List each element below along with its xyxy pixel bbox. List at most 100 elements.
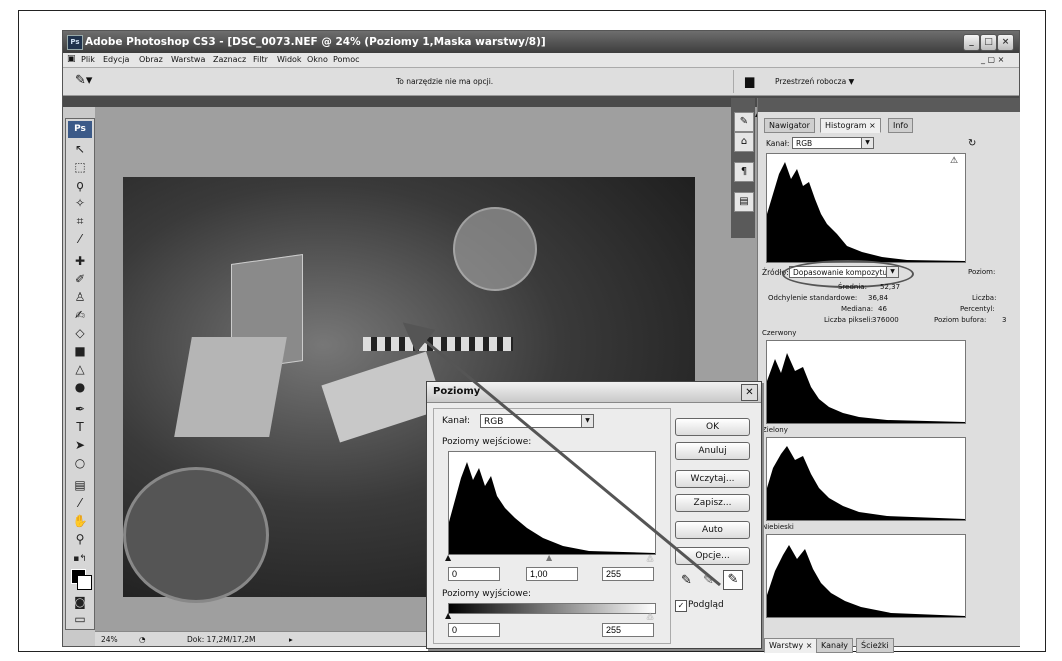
black-point-slider[interactable]: ▲: [445, 553, 451, 562]
menu-plik[interactable]: Plik: [81, 55, 95, 64]
menu-pomoc[interactable]: Pomoc: [333, 55, 360, 64]
input-white-field[interactable]: [602, 567, 654, 581]
input-black-field[interactable]: [448, 567, 500, 581]
minimize-button[interactable]: _: [963, 34, 980, 51]
preview-checkbox[interactable]: ✓: [675, 600, 687, 612]
color-sampler-icon[interactable]: ⁄: [70, 495, 90, 512]
tab-histogram[interactable]: Histogram ×: [820, 118, 881, 133]
input-levels-label: Poziomy wejściowe:: [442, 437, 532, 447]
menu-edycja[interactable]: Edycja: [103, 55, 129, 64]
clone-source-icon[interactable]: ⌂: [734, 132, 754, 152]
magic-wand-icon[interactable]: ✧: [70, 195, 90, 212]
tab-channels[interactable]: Kanały: [816, 638, 853, 653]
menu-obraz[interactable]: Obraz: [139, 55, 163, 64]
gradient-tool-icon[interactable]: ■: [70, 343, 90, 360]
output-white-field[interactable]: [602, 623, 654, 637]
channel-select[interactable]: RGB ▼: [792, 137, 874, 149]
status-menu-arrow-icon[interactable]: ▸: [289, 635, 293, 644]
layer-comps-icon[interactable]: ▤: [734, 192, 754, 212]
maximize-button[interactable]: □: [980, 34, 997, 51]
type-tool-icon[interactable]: T: [70, 419, 90, 436]
stat-pixels-label: Liczba pikseli:: [824, 316, 873, 324]
green-histogram: [766, 437, 966, 521]
notes-tool-icon[interactable]: ▤: [70, 477, 90, 494]
workspace-button[interactable]: Przestrzeń robocza ▼: [775, 77, 854, 86]
chevron-down-icon: ▼: [581, 415, 593, 427]
stat-pixels-value: 376000: [872, 316, 899, 324]
eyedropper-tool-icon[interactable]: ✎▾: [75, 73, 92, 88]
white-point-slider[interactable]: △: [647, 553, 653, 562]
output-black-field[interactable]: [448, 623, 500, 637]
move-tool-icon[interactable]: ↖: [70, 141, 90, 158]
paragraph-icon[interactable]: ¶: [734, 162, 754, 182]
white-eyedropper-icon[interactable]: ✎: [723, 570, 743, 590]
eraser-tool-icon[interactable]: ◇: [70, 325, 90, 342]
pen-tool-icon[interactable]: ✒: [70, 401, 90, 418]
cancel-button[interactable]: Anuluj: [675, 442, 750, 460]
hand-tool-icon[interactable]: ✋: [70, 513, 90, 530]
bridge-icon[interactable]: ▆: [745, 74, 754, 88]
stat-mean-label: Średnia:: [838, 283, 867, 291]
tab-navigator[interactable]: Nawigator: [764, 118, 815, 133]
screen-mode-icon[interactable]: ▭: [70, 611, 90, 628]
blur-tool-icon[interactable]: △: [70, 361, 90, 378]
panel-header: [758, 98, 1020, 112]
gamma-slider[interactable]: ▲: [546, 553, 552, 562]
histogram-panel: Nawigator Histogram × Info Kanał: RGB ▼ …: [757, 98, 1020, 653]
output-black-slider[interactable]: ▲: [445, 611, 451, 620]
eyedropper-icon[interactable]: ⁄: [70, 231, 90, 248]
green-channel-label: Zielony: [762, 426, 788, 434]
menu-warstwa[interactable]: Warstwa: [171, 55, 205, 64]
close-icon[interactable]: ✕: [741, 384, 758, 401]
options-button[interactable]: Opcje...: [675, 547, 750, 565]
menu-zaznacz[interactable]: Zaznacz: [213, 55, 246, 64]
tab-info[interactable]: Info: [888, 118, 914, 133]
layers-panel-tabs: Warstwy × Kanały Ścieżki: [764, 638, 1016, 653]
marquee-tool-icon[interactable]: ⬚: [70, 159, 90, 176]
menu-filtr[interactable]: Filtr: [253, 55, 268, 64]
stamp-tool-icon[interactable]: ♙: [70, 289, 90, 306]
path-selection-icon[interactable]: ➤: [70, 437, 90, 454]
brush-tool-icon[interactable]: ✐: [70, 271, 90, 288]
brushes-icon[interactable]: ✎: [734, 112, 754, 132]
history-brush-icon[interactable]: ✍: [70, 307, 90, 324]
black-eyedropper-icon[interactable]: ✎: [681, 573, 692, 588]
lasso-tool-icon[interactable]: ϙ: [70, 177, 90, 194]
menu-widok[interactable]: Widok: [277, 55, 302, 64]
output-white-slider[interactable]: △: [647, 611, 653, 620]
tab-layers[interactable]: Warstwy ×: [764, 638, 818, 653]
close-button[interactable]: ×: [997, 34, 1014, 51]
refresh-icon[interactable]: ↻: [968, 138, 976, 149]
gray-eyedropper-icon[interactable]: ✎: [703, 573, 714, 588]
load-button[interactable]: Wczytaj...: [675, 470, 750, 488]
tab-paths[interactable]: Ścieżki: [856, 638, 894, 653]
dodge-tool-icon[interactable]: ●: [70, 379, 90, 396]
crop-tool-icon[interactable]: ⌗: [70, 213, 90, 230]
auto-button[interactable]: Auto: [675, 521, 750, 539]
warning-icon[interactable]: ⚠: [950, 156, 958, 166]
levels-channel-select[interactable]: RGB ▼: [480, 414, 594, 428]
ok-button[interactable]: OK: [675, 418, 750, 436]
save-button[interactable]: Zapisz...: [675, 494, 750, 512]
zoom-level[interactable]: 24%: [101, 635, 118, 644]
quick-mask-icon[interactable]: ◙: [70, 594, 90, 611]
input-gamma-field[interactable]: [526, 567, 578, 581]
window-title: Adobe Photoshop CS3 - [DSC_0073.NEF @ 24…: [85, 36, 546, 48]
stat-median-label: Mediana:: [841, 305, 874, 313]
background-color-swatch[interactable]: [77, 575, 92, 590]
healing-brush-icon[interactable]: ✚: [70, 253, 90, 270]
stat-count-label: Liczba:: [972, 294, 997, 302]
stat-cache-value: 3: [1002, 316, 1007, 324]
shape-tool-icon[interactable]: ○: [70, 455, 90, 472]
panel-dock: ✎ ⌂ ¶ ▤: [731, 98, 755, 238]
menu-okno[interactable]: Okno: [307, 55, 328, 64]
title-bar: Ps Adobe Photoshop CS3 - [DSC_0073.NEF @…: [63, 31, 1019, 53]
levels-title: Poziomy: [433, 386, 481, 397]
red-histogram: [766, 340, 966, 424]
doc-minimize-button[interactable]: _ ▢ ×: [981, 55, 1004, 64]
zoom-tool-icon[interactable]: ⚲: [70, 531, 90, 548]
options-message: To narzędzie nie ma opcji.: [396, 77, 494, 86]
status-icon[interactable]: ◔: [139, 635, 146, 644]
options-bar: ✎▾ To narzędzie nie ma opcji. ▆ Przestrz…: [63, 68, 1019, 96]
swap-colors-icon[interactable]: ▪↰: [70, 551, 90, 568]
